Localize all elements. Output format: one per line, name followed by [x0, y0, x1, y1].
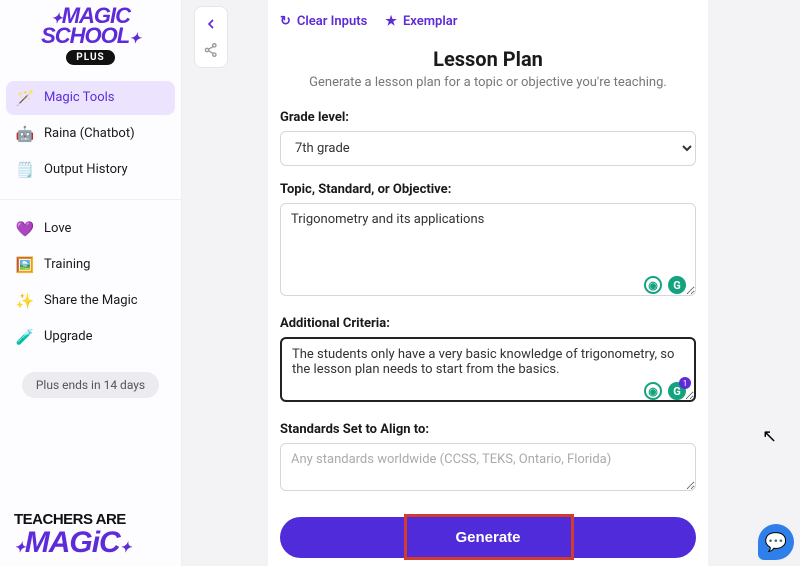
- trial-status: Plus ends in 14 days: [22, 372, 159, 398]
- grammar-icon[interactable]: G: [668, 276, 686, 294]
- nav-raina[interactable]: 🤖 Raina (Chatbot): [6, 117, 175, 151]
- logo-line2: SCHOOL: [41, 23, 129, 48]
- sidebar-primary: 🪄 Magic Tools 🤖 Raina (Chatbot) 🗒️ Output His…: [0, 75, 181, 193]
- nav-raina-label: Raina (Chatbot): [44, 126, 135, 141]
- main: ↻ Clear Inputs ★ Exemplar Lesson Plan Ge…: [182, 0, 800, 566]
- assistant-icons-2: ◉ G 1: [644, 382, 686, 400]
- nav-output-history[interactable]: 🗒️ Output History: [6, 153, 175, 187]
- page-subtitle: Generate a lesson plan for a topic or ob…: [280, 75, 696, 90]
- standards-input[interactable]: [280, 443, 696, 491]
- refresh-icon: ↻: [280, 14, 291, 29]
- exemplar-button[interactable]: ★ Exemplar: [385, 14, 457, 29]
- topic-label: Topic, Standard, or Objective:: [280, 182, 696, 197]
- footer-line2: MAGiC: [25, 526, 120, 559]
- nav-output-history-label: Output History: [44, 162, 128, 177]
- grade-level-label: Grade level:: [280, 110, 696, 125]
- standards-label: Standards Set to Align to:: [280, 422, 696, 437]
- nav-magic-tools[interactable]: 🪄 Magic Tools: [6, 81, 175, 115]
- nav-share-label: Share the Magic: [44, 293, 138, 308]
- sidebar-separator: [0, 199, 181, 200]
- logo-badge: PLUS: [66, 50, 114, 65]
- additional-criteria-label: Additional Criteria:: [280, 316, 696, 331]
- page-title: Lesson Plan: [280, 47, 696, 71]
- chat-launcher[interactable]: 💬: [758, 524, 794, 560]
- form-panel: ↻ Clear Inputs ★ Exemplar Lesson Plan Ge…: [268, 0, 708, 566]
- exemplar-label: Exemplar: [403, 14, 457, 29]
- back-button[interactable]: [198, 11, 224, 37]
- clear-inputs-button[interactable]: ↻ Clear Inputs: [280, 14, 367, 29]
- nav-magic-tools-label: Magic Tools: [44, 90, 114, 105]
- star-icon: ★: [385, 14, 397, 29]
- nav-love-icon: 💜: [16, 220, 34, 238]
- sidebar-secondary: 💜 Love 🖼️ Training ✨ Share the Magic 🧪 Upgrade: [0, 206, 181, 360]
- share-button[interactable]: [198, 37, 224, 63]
- suggestion-icon[interactable]: ◉: [644, 276, 662, 294]
- nav-upgrade[interactable]: 🧪 Upgrade: [6, 320, 175, 354]
- nav-upgrade-label: Upgrade: [44, 329, 92, 344]
- nav-love[interactable]: 💜 Love: [6, 212, 175, 246]
- nav-raina-icon: 🤖: [16, 125, 34, 143]
- topic-textarea[interactable]: [280, 203, 696, 296]
- sidebar-footer: TEACHERS ARE ✦MAGiC✦: [0, 501, 181, 566]
- rail-button-group: [194, 6, 228, 68]
- nav-love-label: Love: [44, 221, 71, 236]
- grade-level-select[interactable]: 7th grade: [280, 131, 696, 166]
- additional-criteria-textarea[interactable]: [280, 337, 696, 402]
- clear-inputs-label: Clear Inputs: [297, 14, 367, 29]
- assistant-icons: ◉ G: [644, 276, 686, 294]
- nav-magic-tools-icon: 🪄: [16, 89, 34, 107]
- nav-share-icon: ✨: [16, 292, 34, 310]
- side-rail: [182, 0, 238, 566]
- suggestion-icon[interactable]: ◉: [644, 382, 662, 400]
- sidebar: ✦MAGIC SCHOOL✦ PLUS 🪄 Magic Tools 🤖 Raina (…: [0, 0, 182, 566]
- nav-training-icon: 🖼️: [16, 256, 34, 274]
- nav-upgrade-icon: 🧪: [16, 328, 34, 346]
- nav-training[interactable]: 🖼️ Training: [6, 248, 175, 282]
- nav-training-label: Training: [44, 257, 90, 272]
- grammar-badge: 1: [679, 377, 691, 389]
- nav-output-history-icon: 🗒️: [16, 161, 34, 179]
- logo: ✦MAGIC SCHOOL✦ PLUS: [0, 0, 181, 75]
- top-actions: ↻ Clear Inputs ★ Exemplar: [280, 14, 696, 29]
- generate-button[interactable]: Generate: [280, 517, 696, 558]
- nav-share[interactable]: ✨ Share the Magic: [6, 284, 175, 318]
